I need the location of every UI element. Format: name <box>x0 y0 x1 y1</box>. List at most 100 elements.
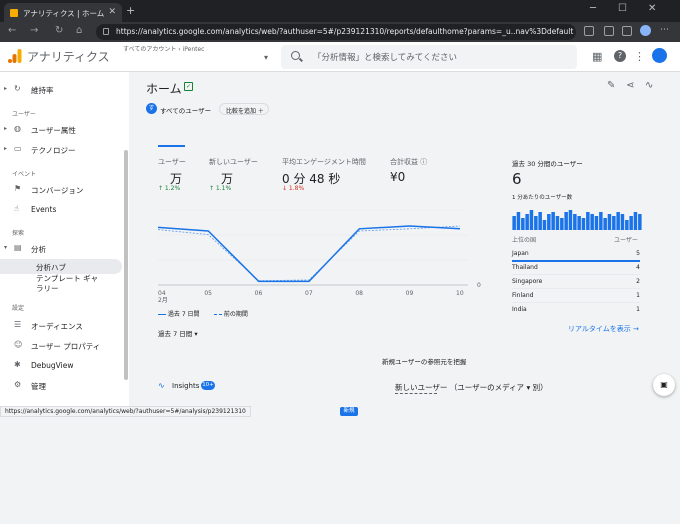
tab-close-icon[interactable]: ✕ <box>108 7 116 17</box>
sidebar-item-technology[interactable]: ▸ ▭ テクノロジー <box>0 142 124 158</box>
sidebar-subitem-template-gallery[interactable]: テンプレート ギャ ラリー <box>0 274 124 296</box>
breadcrumb[interactable]: すべてのアカウント › iPentec <box>123 44 204 53</box>
flag-icon: ⚑ <box>14 184 22 193</box>
sidebar-item-conversions[interactable]: ⚑ コンバージョン <box>0 182 124 198</box>
country-column-header: 上位の国 <box>512 237 537 244</box>
dimension-underline <box>395 393 437 394</box>
browser-tab[interactable]: アナリティクス | ホーム ✕ <box>4 3 122 22</box>
comparison-chip-all-users[interactable]: す すべてのユーザー <box>146 103 211 116</box>
realtime-bar <box>538 212 542 230</box>
realtime-bar <box>577 216 581 230</box>
country-row: Thailand 4 <box>512 261 640 275</box>
realtime-value: 6 <box>512 170 522 188</box>
section-user: ユーザー <box>12 111 36 118</box>
sidebar-item-admin[interactable]: ⚙ 管理 <box>0 378 124 394</box>
verified-check-icon: ✓ <box>184 82 193 91</box>
share-icon[interactable]: ⋖ <box>626 80 634 91</box>
account-avatar[interactable] <box>652 48 667 63</box>
legend-previous: 前の期間 <box>214 309 248 318</box>
sidebar-item-debugview[interactable]: ✱ DebugView <box>0 358 124 374</box>
sidebar-item-partial[interactable] <box>0 72 124 82</box>
home-icon[interactable]: ⌂ <box>76 25 82 36</box>
country-row: Japan 5 <box>512 247 640 261</box>
retention-icon: ↻ <box>14 84 21 93</box>
realtime-bar <box>594 216 599 230</box>
expand-caret-icon: ▸ <box>4 125 8 132</box>
reload-icon[interactable]: ↻ <box>55 25 63 36</box>
legend-swatch-solid <box>158 313 166 316</box>
sidebar: ▸ ↻ 維持率 ユーザー ▸ ◍ ユーザー属性 ▸ ▭ テクノロジー イベント … <box>0 72 129 417</box>
users-column-header: ユーザー <box>614 237 638 244</box>
insights-title: Insights <box>172 382 200 390</box>
realtime-bar <box>560 218 564 230</box>
realtime-bar <box>573 214 577 230</box>
sidebar-item-explore[interactable]: ▾ ▤ 分析 <box>0 241 124 257</box>
realtime-bar <box>525 214 529 230</box>
realtime-bar <box>633 212 638 230</box>
realtime-bar <box>547 214 551 230</box>
edit-icon[interactable]: ✎ <box>607 80 615 91</box>
date-range-selector[interactable]: 過去 7 日間 ▾ <box>158 328 198 338</box>
tab-title: アナリティクス | ホーム <box>23 9 105 18</box>
legend-current: 過去 7 日間 <box>158 309 200 318</box>
back-icon[interactable]: ← <box>8 25 16 36</box>
realtime-bar <box>599 212 603 230</box>
new-users-dimension-selector[interactable]: 新しいユーザー （ユーザーのメディア ▾ 別） <box>395 382 548 393</box>
analytics-logo-icon <box>8 49 22 63</box>
page-title: ホーム <box>146 82 182 96</box>
help-icon[interactable]: ? <box>614 50 626 62</box>
audience-icon: ☰ <box>14 320 22 329</box>
country-row: Finland 1 <box>512 289 640 303</box>
section-explore: 探索 <box>12 230 25 237</box>
realtime-bar <box>534 216 538 230</box>
explore-icon: ▤ <box>14 243 22 252</box>
search-placeholder: 「分析情報」と検索してみてください <box>313 53 457 63</box>
collections-icon[interactable] <box>604 26 614 36</box>
x-tick-label: 05 <box>204 290 212 297</box>
extension-icon[interactable] <box>584 26 594 36</box>
add-comparison-button[interactable]: 比較を追加 ＋ <box>219 103 269 115</box>
browser-profile-icon[interactable] <box>640 25 651 36</box>
x-tick-label: 08 <box>355 290 363 297</box>
realtime-bar <box>551 212 555 230</box>
insights-count-badge: 10+ <box>201 381 215 390</box>
minimize-icon[interactable]: ─ <box>590 3 596 14</box>
x-tick-label: 09 <box>405 290 414 297</box>
url-bar[interactable]: https://analytics.google.com/analytics/w… <box>96 24 576 40</box>
sidebar-item-audiences[interactable]: ☰ オーディエンス <box>0 318 124 334</box>
maximize-icon[interactable]: ☐ <box>618 3 627 14</box>
realtime-bar <box>581 218 586 230</box>
sidebar-scrollbar[interactable] <box>124 150 128 380</box>
sidebar-item-demographics[interactable]: ▸ ◍ ユーザー属性 <box>0 122 124 138</box>
realtime-bar <box>612 216 616 230</box>
window-close-icon[interactable]: ✕ <box>648 3 656 14</box>
property-dropdown-icon[interactable]: ▾ <box>264 53 268 62</box>
feedback-chat-button[interactable]: ▣ <box>653 374 675 396</box>
apps-grid-icon[interactable]: ▦ <box>592 50 602 63</box>
segment-avatar: す <box>146 103 157 114</box>
touch-icon: ☝ <box>14 204 19 213</box>
lock-icon <box>103 28 109 35</box>
status-bar-url: https://analytics.google.com/analytics/w… <box>0 406 251 417</box>
realtime-bar <box>586 212 590 230</box>
search-input[interactable]: 「分析情報」と検索してみてください <box>281 45 577 69</box>
favorites-icon[interactable] <box>622 26 632 36</box>
insights-trend-icon[interactable]: ∿ <box>645 80 653 91</box>
insights-sparkle-icon: ∿ <box>158 381 165 390</box>
sidebar-item-user-properties[interactable]: ☺ ユーザー プロパティ <box>0 338 124 354</box>
forward-icon[interactable]: → <box>30 25 38 36</box>
x-tick-label: 06 <box>254 290 263 297</box>
new-tab-button[interactable]: + <box>126 4 135 17</box>
realtime-bar <box>521 218 525 230</box>
devices-icon: ▭ <box>14 144 22 153</box>
section-settings: 設定 <box>12 305 25 312</box>
sidebar-item-retention[interactable]: ▸ ↻ 維持率 <box>0 82 124 98</box>
sidebar-item-events[interactable]: ☝ Events <box>0 202 124 218</box>
view-realtime-link[interactable]: リアルタイムを表示 → <box>568 324 639 334</box>
realtime-bar <box>629 216 633 230</box>
user-property-icon: ☺ <box>14 340 23 349</box>
more-vert-icon[interactable]: ⋮ <box>634 50 645 63</box>
section-label: 新規ユーザーの参照元を把握 <box>382 358 467 366</box>
browser-menu-icon[interactable]: ⋯ <box>660 25 669 35</box>
metric-tabs: ユーザー 万 ↑ 1.2% 新しいユーザー 万 ↑ 1.1% 平均エンゲージメン… <box>158 158 428 192</box>
